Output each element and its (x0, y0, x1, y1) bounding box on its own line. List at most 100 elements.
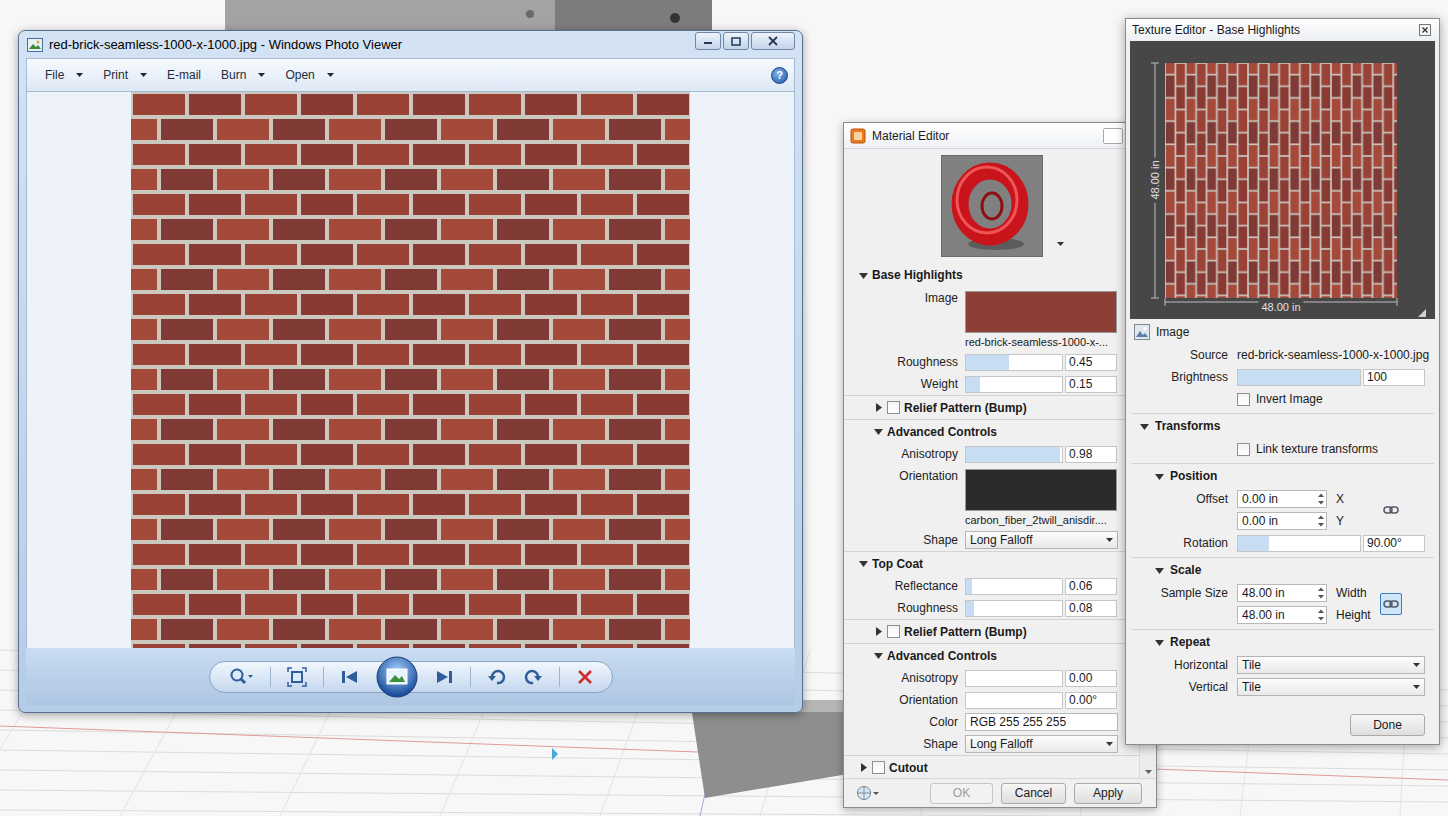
button-label[interactable]: Apply (1093, 786, 1123, 800)
value-text[interactable]: 0.15 (1069, 377, 1092, 391)
collapse-arrow-icon[interactable] (873, 651, 883, 661)
slider[interactable] (965, 578, 1063, 595)
image-picker[interactable]: carbon_fiber_2twill_anisdir.... (965, 469, 1117, 526)
field-value[interactable]: 48.00 in (1242, 586, 1285, 600)
spinner-icon[interactable] (1317, 492, 1325, 506)
expand-arrow-icon[interactable] (858, 763, 868, 773)
ok-button[interactable]: OK (930, 783, 993, 804)
close-button[interactable] (751, 32, 795, 50)
preview-swatch[interactable] (941, 155, 1043, 257)
menu-item[interactable]: Open (275, 68, 343, 82)
section-header[interactable]: Cutout (844, 755, 1139, 778)
number-field[interactable]: 48.00 in (1237, 606, 1327, 624)
subsection-header[interactable]: Advanced Controls (844, 643, 1139, 667)
close-icon[interactable] (1419, 24, 1431, 36)
close-button[interactable] (1103, 128, 1123, 144)
apply-button[interactable]: Apply (1074, 783, 1142, 804)
actual-size-icon[interactable] (287, 667, 307, 687)
zoom-icon[interactable] (228, 667, 254, 687)
checkbox[interactable] (1237, 393, 1250, 406)
maximize-button[interactable] (723, 32, 749, 50)
checkbox[interactable] (887, 401, 900, 414)
menu-label[interactable]: Burn (221, 68, 246, 82)
value-field[interactable]: 0.45 (1065, 354, 1117, 371)
collapse-arrow-icon[interactable] (1154, 637, 1164, 647)
value-field[interactable]: 0.06 (1065, 578, 1117, 595)
field-value[interactable]: 0.00 in (1242, 492, 1278, 506)
checkbox-text[interactable]: Link texture transforms (1256, 442, 1378, 456)
image-thumbnail[interactable] (965, 291, 1117, 333)
link-button[interactable] (1380, 593, 1402, 615)
slideshow-icon[interactable] (376, 656, 418, 698)
subsection-header[interactable]: Relief Pattern (Bump) (844, 395, 1139, 419)
expand-arrow-icon[interactable] (873, 403, 883, 413)
value-field[interactable]: 0.08 (1065, 600, 1117, 617)
section-header[interactable]: Position (1126, 464, 1439, 488)
delete-icon[interactable] (576, 668, 594, 686)
number-field[interactable]: 0.00 in (1237, 490, 1327, 508)
dropdown[interactable]: Tile (1237, 656, 1425, 674)
help-button[interactable]: ? (771, 67, 788, 84)
collapse-arrow-icon[interactable] (858, 559, 868, 569)
dropdown-value[interactable]: Tile (1242, 658, 1261, 672)
field-value[interactable]: 0.00 in (1242, 514, 1278, 528)
rotate-left-icon[interactable] (487, 667, 507, 687)
subsection-header[interactable]: Relief Pattern (Bump) (844, 619, 1139, 643)
field-value[interactable]: RGB 255 255 255 (970, 715, 1066, 729)
image-picker[interactable]: red-brick-seamless-1000-x-... (965, 291, 1117, 348)
dropdown-value[interactable]: Long Falloff (970, 533, 1033, 547)
collapse-arrow-icon[interactable] (858, 270, 868, 280)
value-text[interactable]: 0.00 (1069, 671, 1092, 685)
value-field[interactable]: 0.98 (1065, 446, 1117, 463)
slider[interactable] (965, 692, 1063, 709)
menu-item[interactable]: Print (93, 68, 157, 82)
dropdown[interactable]: Long Falloff (965, 735, 1118, 753)
checkbox-label[interactable]: Invert Image (1237, 392, 1424, 406)
dropdown[interactable]: Tile (1237, 678, 1425, 696)
checkbox[interactable] (872, 761, 885, 774)
value-field[interactable]: 100 (1363, 369, 1425, 386)
dropdown[interactable]: Long Falloff (965, 531, 1118, 549)
slider[interactable] (1237, 535, 1361, 552)
subsection-header[interactable]: Advanced Controls (844, 419, 1139, 443)
checkbox-label[interactable]: Link texture transforms (1237, 442, 1424, 456)
image-icon[interactable] (1134, 324, 1150, 340)
button-label[interactable]: OK (953, 786, 970, 800)
section-header[interactable]: Top Coat (844, 551, 1139, 575)
number-field[interactable]: 0.00 in (1237, 512, 1327, 530)
menu-item[interactable]: E-mail (157, 68, 211, 82)
expand-arrow-icon[interactable] (873, 627, 883, 637)
button-label[interactable]: Done (1373, 718, 1402, 732)
collapse-arrow-icon[interactable] (873, 427, 883, 437)
slider[interactable] (965, 670, 1063, 687)
slider[interactable] (1237, 369, 1361, 386)
value-text[interactable]: 100 (1367, 370, 1387, 384)
minimize-button[interactable] (695, 32, 721, 50)
spinner-icon[interactable] (1317, 514, 1325, 528)
value-text[interactable]: 0.06 (1069, 579, 1092, 593)
dropdown-value[interactable]: Tile (1242, 680, 1261, 694)
dropdown-value[interactable]: Long Falloff (970, 737, 1033, 751)
checkbox[interactable] (887, 625, 900, 638)
menu-item[interactable]: Burn (211, 68, 275, 82)
done-button[interactable]: Done (1350, 714, 1425, 736)
value-field[interactable]: 0.00° (1065, 692, 1117, 709)
material-library-icon[interactable] (856, 785, 880, 801)
scroll-down-icon[interactable] (1145, 770, 1152, 774)
section-header[interactable]: Base Highlights (844, 263, 1139, 287)
menu-label[interactable]: E-mail (167, 68, 201, 82)
value-field[interactable]: 0.15 (1065, 376, 1117, 393)
value-text[interactable]: 0.45 (1069, 355, 1092, 369)
value-text[interactable]: 90.00° (1367, 536, 1402, 550)
slider[interactable] (965, 376, 1063, 393)
menu-item[interactable]: File (35, 68, 93, 82)
value-field[interactable]: 0.00 (1065, 670, 1117, 687)
value-text[interactable]: 0.08 (1069, 601, 1092, 615)
menu-label[interactable]: Print (103, 68, 128, 82)
menu-label[interactable]: File (45, 68, 64, 82)
slider[interactable] (965, 446, 1063, 463)
button-label[interactable]: Cancel (1015, 786, 1052, 800)
slider[interactable] (965, 600, 1063, 617)
rotate-right-icon[interactable] (523, 667, 543, 687)
collapse-arrow-icon[interactable] (1154, 471, 1164, 481)
